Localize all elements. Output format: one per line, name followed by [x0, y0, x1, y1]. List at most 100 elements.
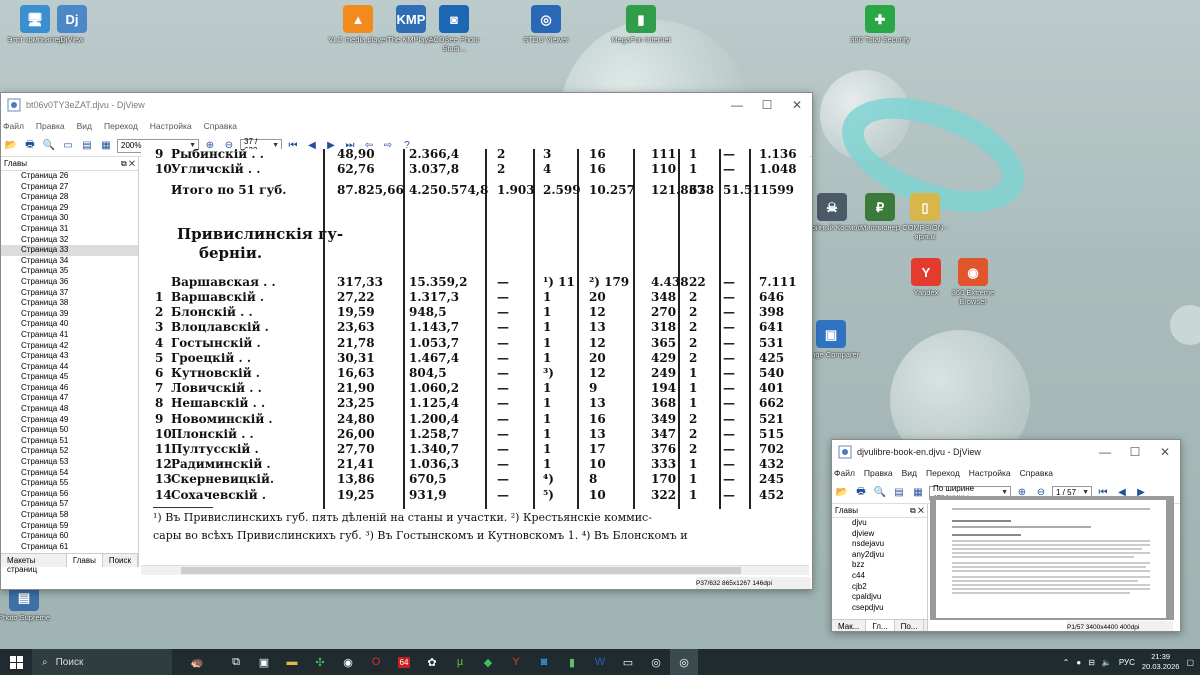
outline-item[interactable]: Страница 50 — [1, 425, 138, 436]
menu-go[interactable]: Переход — [104, 121, 138, 131]
outline-item[interactable]: Страница 60 — [1, 531, 138, 542]
clock[interactable]: 21:39 20.03.2026 — [1142, 652, 1180, 672]
notifications-icon[interactable]: ▢ — [1186, 658, 1194, 667]
tab-outline[interactable]: Главы — [66, 554, 103, 567]
outline-list[interactable]: djvu djview nsdejavu any2djvu bzz c44 cjb2 cpal… — [832, 518, 927, 618]
outline-item[interactable]: Страница 54 — [1, 468, 138, 479]
title-bar[interactable]: bt06v0TY3eZAT.djvu - DjView — ☐ ✕ — [1, 93, 812, 117]
app-icon[interactable]: ✣ — [306, 649, 334, 675]
menu-go[interactable]: Переход — [926, 468, 960, 478]
main-djview-window[interactable]: bt06v0TY3eZAT.djvu - DjView — ☐ ✕ Файл П… — [0, 92, 813, 590]
outline-item[interactable]: Страница 61 — [1, 542, 138, 553]
side-by-side-icon[interactable]: ▦ — [98, 138, 114, 154]
desktop-shortcut[interactable]: ✚ 360 Total Security — [850, 5, 910, 44]
outline-item[interactable]: csepdjvu — [832, 603, 927, 614]
outline-list[interactable]: Страница 26 Страница 27 Страница 28 Страниц… — [1, 171, 138, 553]
document-view[interactable]: 9 Рыбинскій . . 48,90 2.366,4 2 3 16 111 1—1.136… — [141, 149, 809, 565]
continuous-view-icon[interactable]: ▤ — [79, 138, 95, 154]
chart-app-icon[interactable]: ▮ — [558, 649, 586, 675]
acdsee-icon[interactable]: ◙ — [530, 649, 558, 675]
outline-item[interactable]: Страница 37 — [1, 288, 138, 299]
menu-view[interactable]: Вид — [902, 468, 917, 478]
tab-thumbnails[interactable]: Мак... — [832, 620, 867, 631]
outline-item[interactable]: djvu — [832, 518, 927, 529]
outline-item[interactable]: Страница 44 — [1, 362, 138, 373]
minimize-button[interactable]: — — [1090, 445, 1120, 459]
menu-view[interactable]: Вид — [77, 121, 92, 131]
outline-item[interactable]: Страница 26 — [1, 171, 138, 182]
desktop-shortcut[interactable]: ▲ VLC media player — [328, 5, 388, 44]
menu-help[interactable]: Справка — [204, 121, 237, 131]
explorer-icon[interactable]: ▬ — [278, 649, 306, 675]
outline-item[interactable]: Страница 34 — [1, 256, 138, 267]
menu-edit[interactable]: Правка — [36, 121, 65, 131]
outline-item[interactable]: Страница 47 — [1, 393, 138, 404]
outline-item[interactable]: cpaldjvu — [832, 592, 927, 603]
game-icon[interactable]: ◉ — [334, 649, 362, 675]
tab-search[interactable]: По... — [895, 620, 925, 631]
print-icon[interactable]: 🖶 — [853, 485, 869, 501]
outline-item[interactable]: c44 — [832, 571, 927, 582]
tab-outline[interactable]: Гл... — [866, 620, 895, 631]
outline-item[interactable]: Страница 58 — [1, 510, 138, 521]
torrent-icon[interactable]: µ — [446, 649, 474, 675]
document-view[interactable] — [930, 496, 1174, 620]
outline-item[interactable]: Страница 36 — [1, 277, 138, 288]
sidebar-controls[interactable]: ⧉ ✕ — [910, 506, 924, 516]
open-icon[interactable]: 📂 — [834, 485, 850, 501]
outline-item[interactable]: Страница 43 — [1, 351, 138, 362]
open-icon[interactable]: 📂 — [3, 138, 19, 154]
save-icon[interactable]: ▭ — [614, 649, 642, 675]
outline-item[interactable]: djview — [832, 529, 927, 540]
outline-item[interactable]: any2djvu — [832, 550, 927, 561]
volume-icon[interactable]: 🔈 — [1102, 658, 1112, 667]
outline-item[interactable]: Страница 30 — [1, 213, 138, 224]
print-icon[interactable]: 🖶 — [22, 138, 38, 154]
minimize-button[interactable]: — — [722, 98, 752, 112]
close-button[interactable]: ✕ — [782, 98, 812, 112]
outline-item[interactable]: Страница 52 — [1, 446, 138, 457]
tray-app-icon[interactable]: ● — [1076, 658, 1081, 667]
menu-help[interactable]: Справка — [1020, 468, 1053, 478]
close-button[interactable]: ✕ — [1150, 445, 1180, 459]
djview-active-taskbar-icon[interactable]: ◎ — [670, 649, 698, 675]
outline-item[interactable]: bzz — [832, 560, 927, 571]
outline-item[interactable]: Страница 49 — [1, 415, 138, 426]
tab-thumbnails[interactable]: Макеты страниц — [1, 554, 67, 574]
task-view-icon[interactable]: ⧉ — [222, 649, 250, 675]
start-button[interactable] — [0, 649, 32, 675]
outline-item[interactable]: Страница 32 — [1, 235, 138, 246]
language-indicator[interactable]: РУС — [1119, 658, 1135, 667]
find-icon[interactable]: 🔍 — [41, 138, 57, 154]
maximize-button[interactable]: ☐ — [752, 98, 782, 112]
outline-item[interactable]: Страница 40 — [1, 319, 138, 330]
outline-item[interactable]: Страница 41 — [1, 330, 138, 341]
menu-file[interactable]: Файл — [834, 468, 855, 478]
desktop-shortcut[interactable]: ▯ COMPSION - ярлык — [895, 193, 955, 241]
app-icon[interactable]: ✿ — [418, 649, 446, 675]
menu-file[interactable]: Файл — [3, 121, 24, 131]
outline-item[interactable]: Страница 59 — [1, 521, 138, 532]
second-djview-window[interactable]: djvulibre-book-en.djvu - DjView — ☐ ✕ Фа… — [831, 439, 1181, 632]
menu-settings[interactable]: Настройка — [150, 121, 192, 131]
outline-item[interactable]: Страница 45 — [1, 372, 138, 383]
outline-item[interactable]: Страница 51 — [1, 436, 138, 447]
outline-item[interactable]: Страница 48 — [1, 404, 138, 415]
outline-item[interactable]: Страница 35 — [1, 266, 138, 277]
outline-item[interactable]: Страница 38 — [1, 298, 138, 309]
djview-taskbar-icon[interactable]: ◎ — [642, 649, 670, 675]
tray-chevron-up-icon[interactable]: ⌃ — [1063, 658, 1070, 667]
outline-item[interactable]: Страница 39 — [1, 309, 138, 320]
desktop-shortcut[interactable]: Dj DjView — [42, 5, 102, 44]
outline-item[interactable]: Страница 57 — [1, 499, 138, 510]
outline-item[interactable]: nsdejavu — [832, 539, 927, 550]
outline-item[interactable]: Страница 55 — [1, 478, 138, 489]
network-icon[interactable]: ⊟ — [1088, 658, 1095, 667]
desktop-shortcut[interactable]: ◎ STDU Viewer — [516, 5, 576, 44]
outline-item[interactable]: cjb2 — [832, 582, 927, 593]
search-box[interactable]: ⌕ Поиск — [32, 649, 172, 675]
tab-search[interactable]: Поиск — [103, 554, 138, 567]
outline-item[interactable]: Страница 28 — [1, 192, 138, 203]
continuous-view-icon[interactable]: ▤ — [891, 485, 907, 501]
opera-icon[interactable]: O — [362, 649, 390, 675]
